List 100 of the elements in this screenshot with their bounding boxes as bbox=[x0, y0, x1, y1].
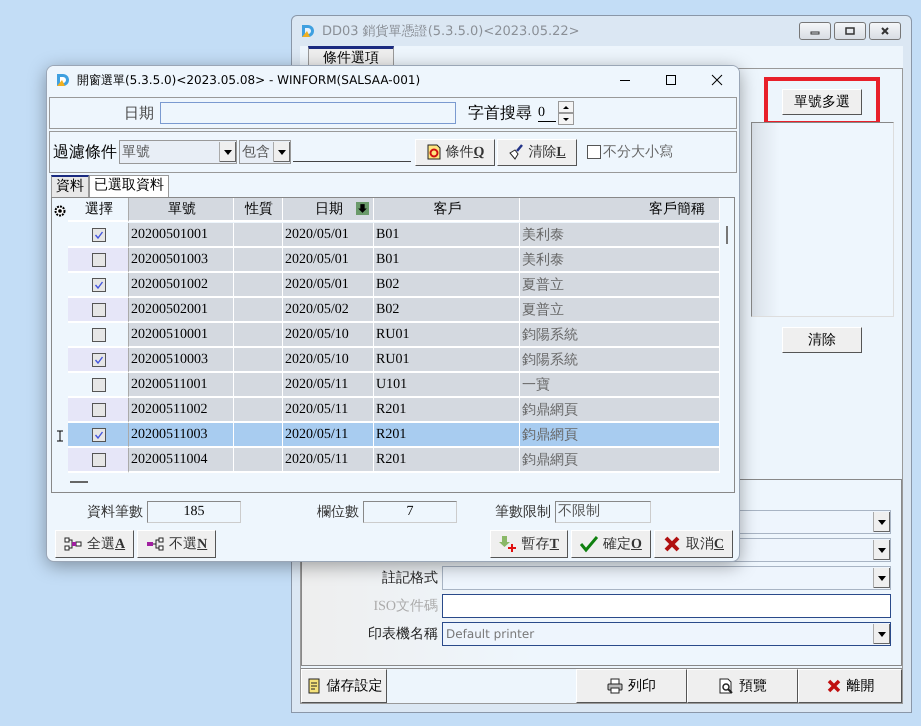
caret-icon bbox=[878, 520, 886, 524]
save-button[interactable]: 儲存設定 bbox=[301, 669, 387, 703]
select-none-button[interactable]: 不選N bbox=[137, 530, 216, 558]
maximize-button[interactable] bbox=[834, 22, 866, 40]
select-cell[interactable] bbox=[68, 323, 129, 348]
select-cell[interactable] bbox=[68, 273, 129, 298]
checkbox[interactable] bbox=[92, 402, 106, 416]
table-cell: 鈞鼎網頁 bbox=[520, 423, 720, 448]
table-cell: R201 bbox=[374, 448, 520, 473]
table-cell: 美利泰 bbox=[520, 223, 720, 248]
table-cell bbox=[234, 323, 283, 348]
select-cell[interactable] bbox=[68, 298, 129, 323]
select-cell[interactable] bbox=[68, 423, 129, 448]
filter-label: 過濾條件 bbox=[53, 142, 117, 162]
date-label: 日期 bbox=[123, 104, 155, 122]
table-cell: B02 bbox=[374, 273, 520, 298]
table-cell: 2020/05/11 bbox=[283, 398, 374, 423]
select-cell[interactable] bbox=[68, 223, 129, 248]
checkbox[interactable] bbox=[92, 302, 106, 316]
maximize-icon[interactable] bbox=[665, 74, 677, 86]
dropdown[interactable]: Default printer bbox=[442, 622, 891, 646]
stat-label: 資料筆數 bbox=[86, 504, 144, 521]
window-title: DD03 銷貨單憑證(5.3.5.0)<2023.05.22> bbox=[322, 23, 580, 40]
close-button[interactable] bbox=[869, 22, 901, 40]
clear-button[interactable]: 清除 bbox=[782, 327, 862, 353]
close-icon[interactable] bbox=[711, 74, 723, 86]
select-cell[interactable] bbox=[68, 398, 129, 423]
checkbox[interactable] bbox=[92, 328, 106, 342]
operator-dropdown[interactable]: 包含 bbox=[239, 140, 291, 164]
scrollbar[interactable] bbox=[726, 226, 728, 244]
checkbox[interactable] bbox=[92, 452, 106, 466]
save-temp-button[interactable]: 暫存T bbox=[490, 530, 568, 558]
cancel-button[interactable]: 取消C bbox=[654, 530, 733, 558]
table-cell: 2020/05/02 bbox=[283, 298, 374, 323]
close-icon bbox=[880, 26, 890, 36]
stat-label: 欄位數 bbox=[316, 504, 360, 521]
column-header[interactable]: 客戶簡稱 bbox=[520, 198, 720, 222]
multi-select-button[interactable]: 單號多選 bbox=[782, 89, 862, 115]
table-cell bbox=[234, 248, 283, 273]
brush-icon bbox=[508, 144, 524, 160]
select-cell[interactable] bbox=[68, 348, 129, 373]
table-cell: B01 bbox=[374, 248, 520, 273]
table-cell: 2020/05/01 bbox=[283, 273, 374, 298]
down-arrow-icon bbox=[563, 118, 569, 120]
checkbox[interactable] bbox=[587, 145, 601, 159]
checkbox[interactable] bbox=[92, 428, 106, 442]
prefix-search-field[interactable]: 0 bbox=[538, 104, 556, 122]
checkbox[interactable] bbox=[92, 278, 106, 292]
table-cell bbox=[234, 223, 283, 248]
document-icon bbox=[426, 144, 442, 160]
table-cell: U101 bbox=[374, 373, 520, 398]
table-cell: 夏普立 bbox=[520, 273, 720, 298]
checkbox[interactable] bbox=[92, 352, 106, 366]
date-field[interactable] bbox=[160, 102, 456, 124]
tab[interactable]: 已選取資料 bbox=[89, 175, 169, 197]
stat-value: 不限制 bbox=[555, 501, 651, 523]
caret-icon bbox=[278, 150, 286, 154]
minimize-button[interactable] bbox=[799, 22, 831, 40]
checkbox[interactable] bbox=[92, 252, 106, 266]
preview-button[interactable]: 預覽 bbox=[687, 669, 798, 703]
check-icon bbox=[580, 535, 598, 553]
splitter-handle[interactable] bbox=[70, 481, 88, 483]
checkbox[interactable] bbox=[92, 378, 106, 392]
table-cell: 20200511004 bbox=[129, 448, 234, 473]
print-button[interactable]: 列印 bbox=[576, 669, 687, 703]
select-cell[interactable] bbox=[68, 248, 129, 273]
gear-icon[interactable] bbox=[54, 204, 66, 216]
column-header[interactable]: 日期 bbox=[283, 198, 374, 222]
field-label: 印表機名稱 bbox=[367, 626, 438, 643]
select-all-button[interactable]: 全選A bbox=[55, 530, 134, 558]
select-cell[interactable] bbox=[68, 373, 129, 398]
printer-icon bbox=[607, 678, 623, 694]
stat-value: 7 bbox=[363, 501, 457, 523]
table-cell: 夏普立 bbox=[520, 298, 720, 323]
caret-icon bbox=[224, 150, 232, 154]
column-header[interactable]: 選擇 bbox=[68, 198, 129, 222]
column-header[interactable]: 客戶 bbox=[374, 198, 520, 222]
table-cell: 20200501002 bbox=[129, 273, 234, 298]
condition-button[interactable]: 條件Q bbox=[415, 138, 495, 166]
tab[interactable]: 資料 bbox=[51, 175, 89, 197]
field-label: 註記格式 bbox=[381, 569, 438, 587]
table-cell bbox=[234, 298, 283, 323]
table-cell: 20200501003 bbox=[129, 248, 234, 273]
select-cell[interactable] bbox=[68, 448, 129, 473]
exit-button[interactable]: 離開 bbox=[798, 669, 902, 703]
clear-button[interactable]: 清除L bbox=[497, 138, 577, 166]
table-cell: 2020/05/01 bbox=[283, 248, 374, 273]
table-cell: 20200511001 bbox=[129, 373, 234, 398]
column-header[interactable]: 單號 bbox=[129, 198, 234, 222]
checkbox[interactable] bbox=[92, 228, 106, 242]
tree-icon bbox=[64, 537, 82, 551]
checkbox-label: 不分大小寫 bbox=[603, 143, 673, 161]
logo-icon bbox=[300, 23, 316, 39]
column-header[interactable]: 性質 bbox=[234, 198, 283, 222]
ok-button[interactable]: 確定O bbox=[570, 530, 651, 558]
table-cell: 20200511003 bbox=[129, 423, 234, 448]
stat-value: 185 bbox=[147, 501, 241, 523]
table-cell: B02 bbox=[374, 298, 520, 323]
table-cell: 2020/05/11 bbox=[283, 423, 374, 448]
filter-field-dropdown[interactable]: 單號 bbox=[119, 140, 237, 164]
